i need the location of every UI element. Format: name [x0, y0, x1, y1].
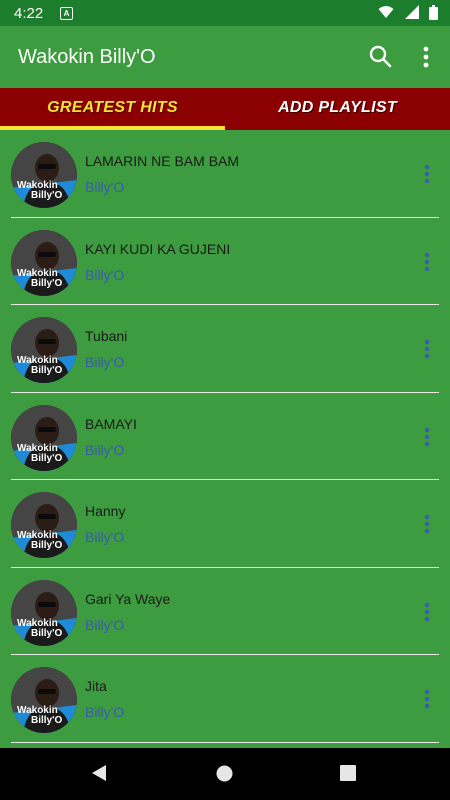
artist-avatar: Wakokin Billy'O	[11, 229, 77, 296]
song-options-button[interactable]	[420, 251, 434, 273]
svg-text:Billy'O: Billy'O	[31, 365, 62, 376]
song-artist: Billy'O	[85, 704, 125, 720]
song-title: BAMAYI	[85, 415, 137, 432]
artist-avatar: Wakokin Billy'O	[11, 667, 77, 733]
tab-bar: GREATEST HITS ADD PLAYLIST	[0, 88, 450, 130]
app-title: Wakokin Billy'O	[18, 46, 156, 68]
song-title: Hanny	[85, 503, 126, 519]
more-vert-icon	[424, 689, 430, 709]
song-artist: Billy'O	[85, 616, 125, 633]
song-title: LAMARIN NE BAM BAM	[85, 153, 240, 169]
song-options-button[interactable]	[420, 338, 434, 360]
more-vert-icon	[423, 46, 429, 68]
song-title: KAYI KUDI KA GUJENI	[85, 240, 231, 257]
status-icons	[372, 5, 438, 21]
song-title: Jita	[85, 678, 107, 694]
nav-back-button[interactable]	[90, 764, 108, 787]
status-bar: 4:22 A	[0, 0, 450, 26]
a-notification-icon: A	[60, 7, 73, 20]
more-vert-icon	[424, 339, 430, 359]
song-row[interactable]: Wakokin Billy'O Jita Billy'O	[0, 655, 450, 743]
nav-recents-button[interactable]	[340, 765, 356, 786]
app-bar: Wakokin Billy'O	[0, 26, 450, 88]
song-options-button[interactable]	[420, 513, 434, 535]
status-time: 4:22	[14, 5, 44, 22]
song-options-button[interactable]	[420, 688, 434, 710]
song-options-button[interactable]	[420, 426, 434, 448]
more-vert-icon	[424, 602, 430, 621]
more-vert-icon	[424, 164, 430, 184]
song-title: Gari Ya Waye	[85, 590, 171, 607]
tab-greatest-hits[interactable]: GREATEST HITS	[0, 88, 225, 130]
tab-add-playlist[interactable]: ADD PLAYLIST	[225, 88, 450, 130]
song-options-button[interactable]	[420, 601, 434, 623]
song-options-button[interactable]	[420, 163, 434, 185]
more-vert-icon	[424, 252, 430, 271]
song-row[interactable]: Wakokin Billy'O Tubani Billy'O	[0, 305, 450, 393]
song-list[interactable]: Wakokin Billy'O LAMARIN NE BAM BAM Billy…	[0, 130, 450, 748]
more-vert-icon	[424, 427, 430, 446]
navigation-bar	[0, 748, 450, 800]
row-divider	[11, 741, 439, 743]
song-artist: Billy'O	[85, 529, 125, 545]
song-row[interactable]: Wakokin Billy'O KAYI KUDI KA GUJENI Bill…	[0, 218, 450, 305]
svg-text:Billy'O: Billy'O	[31, 628, 62, 639]
song-artist: Billy'O	[85, 441, 125, 458]
svg-text:Billy'O: Billy'O	[31, 278, 62, 289]
wifi-icon	[378, 6, 394, 18]
song-row[interactable]: Wakokin Billy'O Hanny Billy'O	[0, 480, 450, 568]
song-row[interactable]: Wakokin Billy'O BAMAYI Billy'O	[0, 393, 450, 480]
search-icon	[369, 45, 392, 68]
artist-avatar: Wakokin Billy'O	[11, 142, 77, 208]
song-artist: Billy'O	[85, 266, 125, 283]
svg-text:Billy'O: Billy'O	[31, 715, 62, 726]
song-artist: Billy'O	[85, 354, 125, 370]
song-artist: Billy'O	[85, 179, 125, 195]
back-icon	[92, 765, 106, 781]
battery-icon	[429, 5, 438, 20]
search-button[interactable]	[368, 44, 394, 70]
artist-avatar: Wakokin Billy'O	[11, 317, 77, 383]
nav-home-button[interactable]	[216, 765, 233, 787]
artist-avatar: Wakokin Billy'O	[11, 579, 77, 646]
cell-signal-icon	[404, 5, 419, 19]
more-vert-icon	[424, 514, 430, 534]
svg-text:Billy'O: Billy'O	[31, 190, 62, 201]
svg-text:Billy'O: Billy'O	[31, 540, 62, 551]
artist-avatar: Wakokin Billy'O	[11, 404, 77, 471]
song-row[interactable]: Wakokin Billy'O LAMARIN NE BAM BAM Billy…	[0, 130, 450, 218]
home-icon	[216, 765, 233, 782]
recents-icon	[340, 765, 356, 781]
overflow-menu-button[interactable]	[418, 44, 434, 70]
song-row[interactable]: Wakokin Billy'O Gari Ya Waye Billy'O	[0, 568, 450, 655]
song-title: Tubani	[85, 328, 128, 344]
artist-avatar: Wakokin Billy'O	[11, 492, 77, 558]
svg-text:Billy'O: Billy'O	[31, 453, 62, 464]
